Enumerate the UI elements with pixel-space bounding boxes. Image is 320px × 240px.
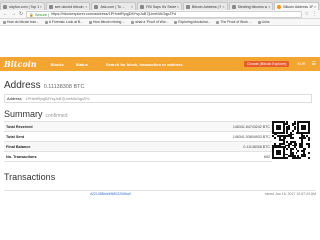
transactions-heading: Transactions	[4, 172, 56, 182]
page-title: Address	[4, 80, 41, 91]
site-logo[interactable]: Bitcoin	[4, 59, 37, 69]
summary-row: Total Received 146341.64743242 BTC	[4, 122, 272, 132]
bookmark-favicon-icon	[88, 20, 92, 24]
browser-tab-active[interactable]: Bitcoin Address 1Phxbf...×	[274, 2, 320, 10]
summary-row: Total Sent 146341.53604933 BTC	[4, 132, 272, 142]
bookmark-item[interactable]: Links	[257, 20, 270, 24]
address-heading: Address 0.11138308 BTC	[4, 80, 316, 91]
close-tab-icon[interactable]: ×	[222, 5, 224, 9]
browser-tab[interactable]: ndyfun.com | Top 10 ...×	[0, 2, 45, 10]
hamburger-menu-icon[interactable]: ☰	[312, 61, 316, 67]
close-tab-icon[interactable]: ×	[85, 5, 87, 9]
bookmark-item[interactable]: Exploring blockchai...	[174, 20, 210, 24]
browser-tab[interactable]: FBI Says It's Seized $28...×	[137, 2, 182, 10]
site-navbar: Bitcoin Blocks Status Search for block, …	[0, 57, 320, 71]
summary-subtitle: confirmed	[45, 113, 68, 119]
url-text: https://blockexplorer.com/address/1PHxbf…	[51, 12, 177, 16]
bookmarks-bar: How do bitcoin tran... A Forensic Look a…	[0, 19, 320, 26]
browser-tab[interactable]: see uknold bitcoin ... ×	[45, 2, 91, 10]
summary-table: Total Received 146341.64743242 BTC Total…	[4, 121, 272, 162]
summary-value: 692	[264, 154, 270, 159]
bitcoin-favicon-icon	[277, 4, 282, 9]
browser-tab[interactable]: Ask.com | To ... ×	[91, 2, 137, 10]
bookmark-favicon-icon	[174, 20, 178, 24]
summary-heading: Summary confirmed	[4, 109, 316, 119]
bookmark-item[interactable]: The Proof of Work ...	[216, 20, 252, 24]
page-favicon-icon	[48, 4, 53, 9]
summary-row: Final Balance 0.11138308 BTC	[4, 142, 272, 152]
browser-tab[interactable]: Bitcoin Address | Phone ...×	[182, 2, 228, 10]
summary-key: No. Transactions	[6, 154, 37, 159]
site-search-input[interactable]: Search for block, transaction or address	[106, 62, 183, 67]
bookmark-favicon-icon	[216, 20, 220, 24]
forward-arrow-icon[interactable]: →	[11, 11, 16, 17]
lock-icon: 🔒 Secure |	[29, 12, 50, 17]
back-arrow-icon[interactable]: ←	[3, 11, 8, 17]
transaction-hash-link[interactable]: d221388bbf48f8032966a0	[90, 192, 131, 196]
secure-label: Secure	[35, 12, 48, 17]
nav-link-blocks[interactable]: Blocks	[51, 62, 64, 67]
transaction-header-row: d221388bbf48f8032966a0 mined Jan 16, 201…	[4, 190, 316, 197]
summary-key: Total Sent	[6, 134, 25, 139]
page-favicon-icon	[94, 4, 99, 9]
summary-value: 0.11138308 BTC	[243, 144, 270, 149]
nav-link-status[interactable]: Status	[76, 62, 88, 67]
url-input[interactable]: 🔒 Secure | https://blockexplorer.com/add…	[26, 10, 302, 18]
browser-menu-icon[interactable]: ⋮	[312, 11, 317, 17]
browser-tab[interactable]: Stealing bitcoins with ...×	[228, 2, 274, 10]
bookmark-favicon-icon	[131, 20, 135, 24]
page-favicon-icon	[185, 4, 190, 9]
browser-tab-strip: ndyfun.com | Top 10 ...× see uknold bitc…	[0, 0, 320, 10]
bookmark-star-icon[interactable]: ☆	[305, 11, 309, 17]
bookmark-item[interactable]: How bitcoin mining ...	[88, 20, 125, 24]
bookmark-favicon-icon	[3, 20, 6, 24]
bookmark-item[interactable]: How do bitcoin tran...	[3, 20, 39, 24]
main-content: Address 0.11138308 BTC Address 1PHxbfRyq…	[4, 80, 316, 173]
transaction-time: mined Jan 16, 2017 10:57:24 AM	[264, 192, 316, 196]
page-favicon-icon	[140, 4, 145, 9]
page-favicon-icon	[231, 4, 236, 9]
summary-row: No. Transactions 692	[4, 152, 272, 162]
reload-icon[interactable]: ↻	[19, 11, 23, 17]
close-tab-icon[interactable]: ×	[177, 5, 179, 9]
close-tab-icon[interactable]: ×	[268, 5, 270, 9]
summary-value: 146341.64743242 BTC	[232, 124, 270, 129]
address-value[interactable]: 1PHxbfRyqjD8YsyJuB7jUneMAGqpZFd	[26, 97, 90, 101]
address-toolbar: ← → ↻ 🔒 Secure | https://blockexplorer.c…	[0, 10, 320, 19]
qr-code-image	[272, 121, 310, 159]
close-tab-icon[interactable]: ×	[40, 5, 42, 9]
donate-button[interactable]: Donate (Bitcoin Explorer)	[244, 61, 290, 67]
summary-key: Final Balance	[6, 144, 31, 149]
summary-key: Total Received	[6, 124, 33, 129]
bookmark-favicon-icon	[44, 20, 48, 24]
address-row: Address 1PHxbfRyqjD8YsyJuB7jUneMAGqpZFd	[4, 94, 312, 103]
page-favicon-icon	[3, 4, 7, 9]
address-label: Address	[7, 96, 22, 101]
currency-toggle[interactable]: EUR	[297, 62, 305, 66]
summary-section: Total Received 146341.64743242 BTC Total…	[4, 121, 312, 173]
folder-icon	[257, 20, 261, 24]
bookmark-item[interactable]: A Forensic Look at B...	[44, 20, 83, 24]
bookmark-item[interactable]: what a 'Proof of Wor...	[131, 20, 168, 24]
summary-title: Summary	[4, 109, 43, 119]
close-tab-icon[interactable]: ×	[131, 5, 133, 9]
summary-value: 146341.53604933 BTC	[232, 134, 270, 139]
address-balance: 0.11138308 BTC	[43, 84, 85, 90]
close-tab-icon[interactable]: ×	[314, 5, 316, 9]
